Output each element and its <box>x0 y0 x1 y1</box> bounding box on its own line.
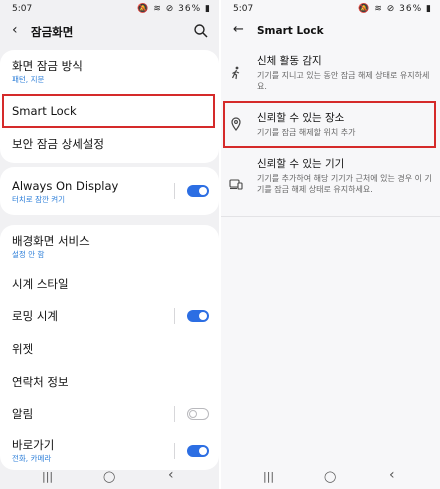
item-title: 위젯 <box>12 342 34 356</box>
aod-card: Always On Display 터치로 잠깐 켜기 <box>0 167 219 215</box>
no-disturb-icon: ⊘ <box>386 4 396 14</box>
status-bar: 5:07 🔕 ≋ ⊘ 36% ▮ <box>221 0 440 18</box>
contact-info-item[interactable]: 연락처 정보 <box>12 375 211 389</box>
lock-screen-options-card: 배경화면 서비스 설정 안 함 시계 스타일 로밍 시계 위젯 연락처 정보 알… <box>0 225 219 470</box>
status-icons: 🔕 ≋ ⊘ 36% ▮ <box>137 4 211 14</box>
mute-icon: 🔕 <box>358 4 371 14</box>
item-description: 기기를 지니고 있는 동안 잠금 해제 상태로 유지하세요. <box>257 71 430 91</box>
status-time: 5:07 <box>12 4 33 14</box>
item-text: 신체 활동 감지 기기를 지니고 있는 동안 잠금 해제 상태로 유지하세요. <box>257 55 432 92</box>
trusted-places-highlight <box>223 101 436 148</box>
recents-button[interactable]: ||| <box>263 470 274 483</box>
battery-icon: ▮ <box>205 4 211 14</box>
smart-lock-panel: 5:07 🔕 ≋ ⊘ 36% ▮ ← Smart Lock 신체 활동 감지 기… <box>221 0 440 489</box>
devices-icon <box>229 179 243 190</box>
item-title: 시계 스타일 <box>12 277 69 291</box>
home-button[interactable]: ◯ <box>103 470 115 483</box>
divider <box>174 308 175 324</box>
widgets-item[interactable]: 위젯 <box>12 342 211 356</box>
toggle-knob <box>199 312 207 320</box>
page-header: ← Smart Lock <box>221 18 440 46</box>
battery-icon: ▮ <box>426 4 432 14</box>
shortcuts-item[interactable]: 바로가기 전화, 카메라 <box>12 438 211 464</box>
wallpaper-service-item[interactable]: 배경화면 서비스 설정 안 함 <box>12 234 211 260</box>
toggle-knob <box>199 447 207 455</box>
notifications-item[interactable]: 알림 <box>12 407 211 421</box>
status-icons: 🔕 ≋ ⊘ 36% ▮ <box>358 4 432 14</box>
back-button[interactable]: ‹ <box>389 467 395 483</box>
aod-toggle[interactable] <box>187 185 209 197</box>
navigation-bar: ||| ◯ ‹ <box>221 467 440 489</box>
recents-button[interactable]: ||| <box>42 470 53 483</box>
shortcuts-toggle[interactable] <box>187 445 209 457</box>
item-text: 신뢰할 수 있는 기기 기기를 추가하여 해당 기기가 근처에 있는 경우 이 … <box>257 158 432 195</box>
item-title: 알림 <box>12 407 34 421</box>
roaming-clock-item[interactable]: 로밍 시계 <box>12 309 211 323</box>
trusted-devices-item[interactable]: 신뢰할 수 있는 기기 기기를 추가하여 해당 기기가 근처에 있는 경우 이 … <box>221 156 440 214</box>
item-title: 연락처 정보 <box>12 375 69 389</box>
back-arrow-icon[interactable]: ‹ <box>12 22 18 38</box>
wifi-icon: ≋ <box>374 4 383 14</box>
home-button[interactable]: ◯ <box>324 470 336 483</box>
battery-percent: 36% <box>178 4 202 14</box>
item-title: 보안 잠금 상세설정 <box>12 137 104 151</box>
item-title: 신뢰할 수 있는 기기 <box>257 158 345 170</box>
page-title: Smart Lock <box>257 25 324 37</box>
notifications-toggle[interactable] <box>187 408 209 420</box>
item-description: 기기를 추가하여 해당 기기가 근처에 있는 경우 이 기기를 잠금 해제 상태… <box>257 174 432 194</box>
page-header: ‹ 잠금화면 <box>0 18 219 46</box>
status-bar: 5:07 🔕 ≋ ⊘ 36% ▮ <box>0 0 219 18</box>
status-time: 5:07 <box>233 4 254 14</box>
item-subtitle: 설정 안 함 <box>12 250 45 259</box>
always-on-display-item[interactable]: Always On Display 터치로 잠깐 켜기 <box>12 179 211 205</box>
item-title: 배경화면 서비스 <box>12 234 90 248</box>
toggle-knob <box>189 410 197 418</box>
divider <box>174 183 175 199</box>
lock-screen-settings-panel: 5:07 🔕 ≋ ⊘ 36% ▮ ‹ 잠금화면 화면 잠금 방식 패턴, 지문 … <box>0 0 219 489</box>
toggle-knob <box>199 187 207 195</box>
item-title: 신체 활동 감지 <box>257 55 322 67</box>
item-title: 로밍 시계 <box>12 309 58 323</box>
item-title: Always On Display <box>12 179 119 193</box>
clock-style-item[interactable]: 시계 스타일 <box>12 277 211 291</box>
item-title: 화면 잠금 방식 <box>12 59 83 73</box>
item-subtitle: 터치로 잠깐 켜기 <box>12 195 66 204</box>
walking-person-icon <box>231 66 240 80</box>
divider <box>174 443 175 459</box>
navigation-bar: ||| ◯ ‹ <box>0 467 219 489</box>
search-icon[interactable] <box>193 23 209 39</box>
screen-lock-type-item[interactable]: 화면 잠금 방식 패턴, 지문 <box>12 59 211 85</box>
item-subtitle: 전화, 카메라 <box>12 454 52 463</box>
item-title: 바로가기 <box>12 438 55 452</box>
divider <box>174 406 175 422</box>
battery-percent: 36% <box>399 4 423 14</box>
back-arrow-icon[interactable]: ← <box>233 22 244 37</box>
page-title: 잠금화면 <box>31 25 74 39</box>
back-button[interactable]: ‹ <box>168 467 174 483</box>
wifi-icon: ≋ <box>153 4 162 14</box>
mute-icon: 🔕 <box>137 4 150 14</box>
secure-lock-settings-item[interactable]: 보안 잠금 상세설정 <box>12 137 211 151</box>
smart-lock-highlight <box>2 94 215 128</box>
on-body-detection-item[interactable]: 신체 활동 감지 기기를 지니고 있는 동안 잠금 해제 상태로 유지하세요. <box>221 52 440 96</box>
list-end-divider <box>221 216 440 217</box>
roaming-clock-toggle[interactable] <box>187 310 209 322</box>
item-subtitle: 패턴, 지문 <box>12 75 45 84</box>
no-disturb-icon: ⊘ <box>165 4 175 14</box>
